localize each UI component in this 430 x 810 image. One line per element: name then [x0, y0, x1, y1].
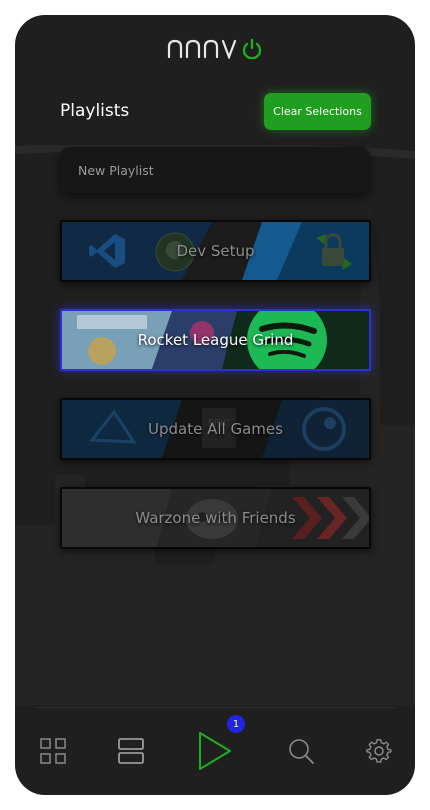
clear-selections-button[interactable]: Clear Selections: [264, 93, 371, 130]
search-nav-button[interactable]: [285, 727, 317, 775]
app-window: Playlists Clear Selections New Playlist …: [15, 15, 415, 795]
settings-icon: [366, 739, 392, 763]
search-icon: [289, 739, 314, 764]
list-nav-button[interactable]: [113, 727, 149, 775]
page-title: Playlists: [60, 101, 130, 121]
play-icon: [199, 732, 231, 770]
playlist-card-dev-setup[interactable]: Dev Setup: [60, 220, 371, 282]
grid-icon: [40, 738, 66, 764]
settings-nav-button[interactable]: [363, 727, 395, 775]
grid-nav-button[interactable]: [35, 727, 71, 775]
playlist-card-warzone[interactable]: Warzone with Friends: [60, 487, 371, 549]
new-playlist-input[interactable]: New Playlist: [60, 147, 370, 193]
playlist-name: Dev Setup: [176, 242, 255, 260]
anavo-logo: [167, 38, 262, 59]
playlist-name: Rocket League Grind: [137, 331, 294, 349]
playlist-card-rocket-league[interactable]: Rocket League Grind: [60, 309, 371, 371]
list-icon: [118, 738, 144, 764]
play-nav-button[interactable]: [195, 727, 235, 775]
queue-count-badge: 1: [227, 715, 245, 733]
nav-divider: [35, 707, 395, 708]
playlist-card-update-all-games[interactable]: EPIC Update All Games: [60, 398, 371, 460]
playlist-name: Update All Games: [148, 420, 283, 438]
playlist-name: Warzone with Friends: [135, 509, 296, 527]
